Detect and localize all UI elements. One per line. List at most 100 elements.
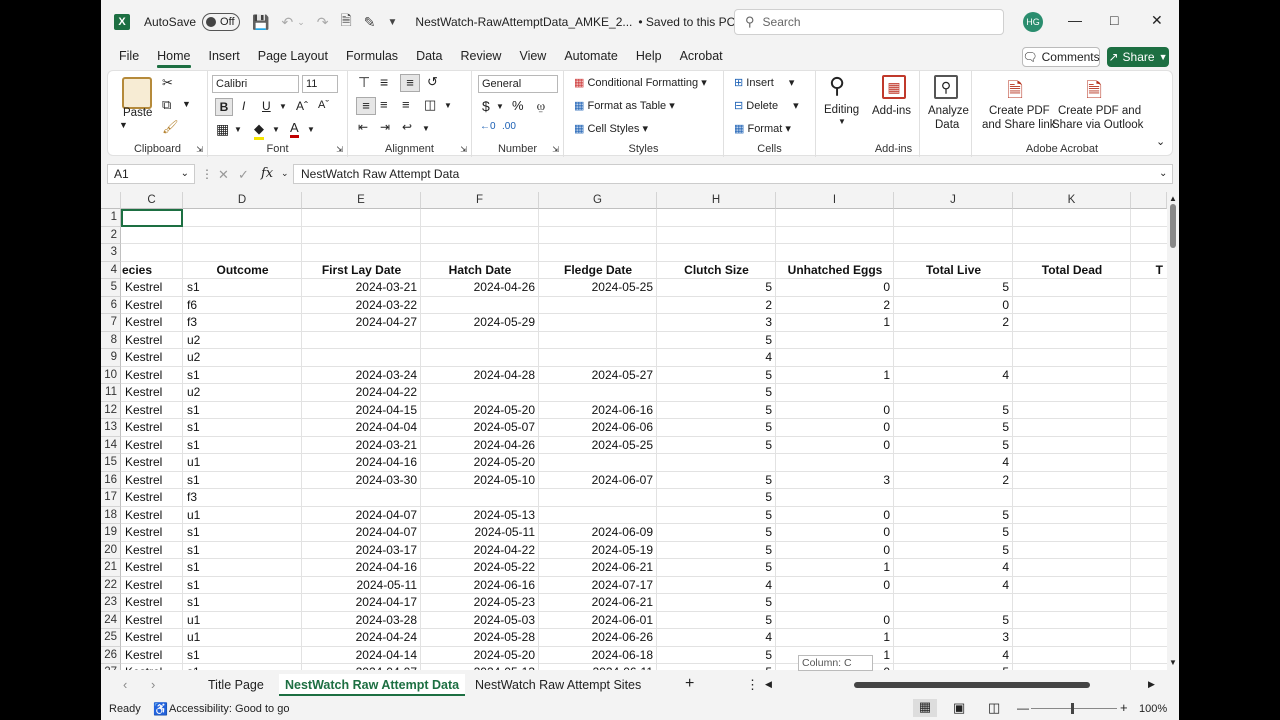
maximize-icon[interactable]: □: [1110, 12, 1118, 28]
analyze-data-button-2[interactable]: Data: [935, 119, 959, 131]
scroll-right-icon[interactable]: ▶: [1148, 679, 1155, 690]
data-cell[interactable]: 5: [658, 279, 775, 297]
row-header[interactable]: 10: [101, 366, 121, 384]
data-cell[interactable]: Kestrel: [122, 612, 182, 630]
increase-indent-icon[interactable]: ⇥: [380, 120, 390, 134]
data-cell[interactable]: s1: [184, 577, 301, 595]
data-cell[interactable]: 0: [777, 419, 893, 437]
data-cell[interactable]: 2024-06-01: [540, 612, 656, 630]
save-icon[interactable]: 💾: [252, 14, 269, 31]
data-cell[interactable]: [540, 454, 656, 472]
add-sheet-icon[interactable]: +: [685, 675, 694, 693]
row-header[interactable]: 26: [101, 646, 121, 664]
font-color-dropdown-icon[interactable]: ▼: [307, 125, 315, 134]
decrease-decimal-icon[interactable]: .00: [502, 121, 516, 132]
data-cell[interactable]: Kestrel: [122, 629, 182, 647]
column-header-c[interactable]: C: [121, 192, 183, 209]
data-cell[interactable]: 0: [777, 402, 893, 420]
active-cell[interactable]: [121, 209, 183, 227]
scroll-down-icon[interactable]: ▼: [1169, 658, 1177, 667]
analyze-data-icon[interactable]: ⚲: [934, 75, 958, 99]
data-cell[interactable]: f3: [184, 489, 301, 507]
increase-font-icon[interactable]: Aˆ: [296, 99, 308, 113]
row-header[interactable]: 6: [101, 296, 121, 314]
data-cell[interactable]: 0: [777, 612, 893, 630]
data-cell[interactable]: 2: [777, 297, 893, 315]
create-pdf-outlook-button-2[interactable]: Share via Outlook: [1052, 119, 1143, 131]
data-cell[interactable]: 2024-06-18: [540, 647, 656, 665]
data-cell[interactable]: 5: [658, 367, 775, 385]
data-cell[interactable]: u2: [184, 332, 301, 350]
data-cell[interactable]: 2024-04-16: [303, 454, 420, 472]
minimize-icon[interactable]: —: [1068, 12, 1082, 28]
row-header[interactable]: 18: [101, 506, 121, 524]
conditional-formatting-button[interactable]: ▦ Conditional Formatting ▾: [574, 76, 707, 89]
row-header[interactable]: 14: [101, 436, 121, 454]
data-cell[interactable]: 2024-05-03: [422, 612, 538, 630]
data-cell[interactable]: [422, 384, 538, 402]
fill-dropdown-icon[interactable]: ▼: [272, 125, 280, 134]
italic-button[interactable]: I: [242, 99, 245, 113]
tab-page-layout[interactable]: Page Layout: [258, 49, 328, 63]
data-cell[interactable]: 2024-04-07: [303, 664, 420, 670]
row-header[interactable]: 20: [101, 541, 121, 559]
expand-formula-icon[interactable]: ⌄: [1159, 168, 1167, 179]
insert-function-icon[interactable]: fx: [261, 166, 273, 181]
data-cell[interactable]: 2024-03-30: [303, 472, 420, 490]
row-header[interactable]: 17: [101, 489, 121, 507]
prev-sheet-icon[interactable]: ‹: [123, 677, 127, 692]
data-cell[interactable]: 5: [895, 524, 1012, 542]
merge-center-icon[interactable]: ◫: [424, 97, 436, 113]
data-cell[interactable]: [540, 297, 656, 315]
data-cell[interactable]: s1: [184, 559, 301, 577]
sheet-tab-title-page[interactable]: Title Page: [202, 674, 270, 696]
data-cell[interactable]: 2024-04-24: [303, 629, 420, 647]
underline-dropdown-icon[interactable]: ▼: [279, 102, 287, 111]
data-cell[interactable]: [895, 384, 1012, 402]
data-cell[interactable]: 2024-04-22: [422, 542, 538, 560]
data-cell[interactable]: 2024-05-19: [540, 542, 656, 560]
data-cell[interactable]: 2024-05-20: [422, 647, 538, 665]
increase-decimal-icon[interactable]: ←0: [480, 121, 496, 132]
save-status[interactable]: • Saved to this PC: [638, 15, 735, 29]
row-header[interactable]: 19: [101, 524, 121, 542]
data-cell[interactable]: 2024-05-25: [540, 279, 656, 297]
data-cell[interactable]: 2024-05-10: [422, 472, 538, 490]
comments-button[interactable]: 🗨 Comments: [1022, 47, 1100, 67]
data-cell[interactable]: 4: [658, 349, 775, 367]
data-cell[interactable]: 5: [658, 594, 775, 612]
data-cell[interactable]: Kestrel: [122, 664, 182, 670]
data-cell[interactable]: Kestrel: [122, 524, 182, 542]
data-cell[interactable]: 2024-04-26: [422, 437, 538, 455]
underline-button[interactable]: U: [262, 99, 271, 113]
data-cell[interactable]: 5: [895, 437, 1012, 455]
data-cell[interactable]: 2024-05-20: [422, 402, 538, 420]
data-cell[interactable]: [422, 349, 538, 367]
copy-icon[interactable]: ⧉: [162, 97, 171, 113]
zoom-out-icon[interactable]: —: [1017, 701, 1029, 715]
data-cell[interactable]: [422, 297, 538, 315]
tab-data[interactable]: Data: [416, 49, 442, 63]
data-cell[interactable]: 2024-04-28: [422, 367, 538, 385]
data-cell[interactable]: [777, 349, 893, 367]
currency-icon[interactable]: $: [482, 98, 490, 114]
data-cell[interactable]: 2024-05-23: [422, 594, 538, 612]
column-title-cell[interactable]: Total Dead: [1014, 262, 1130, 280]
tab-acrobat[interactable]: Acrobat: [680, 49, 723, 63]
data-cell[interactable]: 5: [658, 542, 775, 560]
data-cell[interactable]: Kestrel: [122, 594, 182, 612]
cut-icon[interactable]: ✂: [162, 75, 173, 91]
data-cell[interactable]: 2024-05-25: [540, 437, 656, 455]
editing-dropdown-icon[interactable]: ▼: [838, 117, 846, 126]
search-icon[interactable]: ⚲: [829, 73, 845, 99]
data-cell[interactable]: u2: [184, 384, 301, 402]
data-cell[interactable]: u1: [184, 612, 301, 630]
column-header-partial[interactable]: [1131, 192, 1167, 209]
data-cell[interactable]: 0: [777, 524, 893, 542]
data-cell[interactable]: 2024-04-22: [303, 384, 420, 402]
zoom-level[interactable]: 100%: [1139, 703, 1167, 715]
data-cell[interactable]: f3: [184, 314, 301, 332]
font-size-select[interactable]: 11: [302, 75, 338, 93]
scroll-left-icon[interactable]: ◀: [765, 679, 772, 690]
zoom-in-icon[interactable]: +: [1120, 700, 1128, 715]
